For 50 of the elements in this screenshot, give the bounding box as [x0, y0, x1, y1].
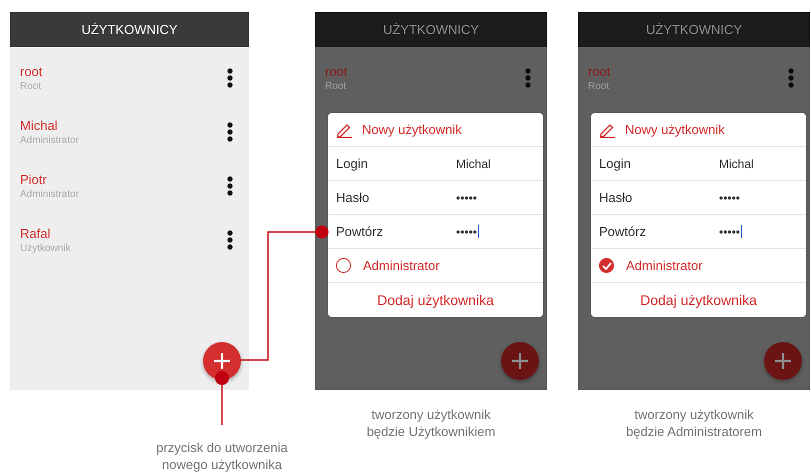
input-field[interactable]: Michal — [719, 156, 754, 170]
input-field[interactable]: ••••• — [719, 224, 742, 238]
pencil-icon — [599, 122, 617, 138]
caption-text: tworzony użytkownik będzie Użytkownikiem — [366, 406, 496, 440]
add-user-button[interactable] — [203, 342, 241, 380]
user-role: Administrator — [20, 135, 79, 146]
input-field[interactable]: ••••• — [719, 190, 740, 204]
checkbox-label: Administrator — [626, 258, 703, 273]
field-label: Login — [336, 156, 369, 171]
plus-icon — [774, 352, 792, 370]
user-name[interactable]: root — [20, 64, 42, 79]
field-label: Powtórz — [336, 224, 384, 239]
caption-text: tworzony użytkownik będzie Administratorem — [625, 406, 763, 440]
add-user-submit-button[interactable]: Dodaj użytkownika — [328, 283, 543, 317]
plus-icon — [213, 352, 231, 370]
user-name[interactable]: Rafal — [20, 226, 71, 241]
field-label: Powtórz — [599, 224, 647, 239]
user-name[interactable]: Michal — [20, 118, 79, 133]
dialog-title: Nowy użytkownik — [625, 122, 725, 137]
add-user-button[interactable] — [501, 342, 539, 380]
header-title: UŻYTKOWNICY — [81, 22, 178, 37]
more-options-icon[interactable] — [227, 68, 233, 88]
add-user-button[interactable] — [764, 342, 802, 380]
header-title: UŻYTKOWNICY — [646, 22, 742, 37]
user-name[interactable]: Piotr — [20, 172, 79, 187]
leader-line — [215, 371, 229, 425]
field-label: Hasło — [599, 190, 634, 205]
admin-checkbox[interactable] — [336, 258, 351, 273]
user-role: Administrator — [20, 189, 79, 200]
admin-checkbox[interactable] — [599, 258, 614, 273]
field-label: Login — [599, 156, 632, 171]
more-options-icon[interactable] — [227, 176, 233, 196]
input-field[interactable]: Michal — [456, 156, 491, 170]
pencil-icon — [336, 122, 354, 138]
dialog-title: Nowy użytkownik — [362, 122, 462, 137]
more-options-icon[interactable] — [227, 122, 233, 142]
input-field[interactable]: ••••• — [456, 224, 480, 238]
field-label: Hasło — [336, 190, 370, 205]
checkbox-label: Administrator — [363, 258, 440, 273]
user-role: Root — [20, 81, 42, 92]
caption-text: przycisk do utworzenia nowego użytkownika — [155, 439, 289, 473]
user-role: Root — [325, 81, 348, 92]
plus-icon — [511, 352, 529, 370]
check-icon — [602, 262, 612, 270]
user-role: Użytkownik — [20, 243, 71, 254]
user-role: Root — [588, 81, 610, 92]
more-options-icon[interactable] — [227, 230, 233, 250]
add-user-submit-button[interactable]: Dodaj użytkownika — [591, 283, 806, 317]
input-field[interactable]: ••••• — [456, 190, 478, 204]
header-title: UŻYTKOWNICY — [382, 22, 480, 37]
